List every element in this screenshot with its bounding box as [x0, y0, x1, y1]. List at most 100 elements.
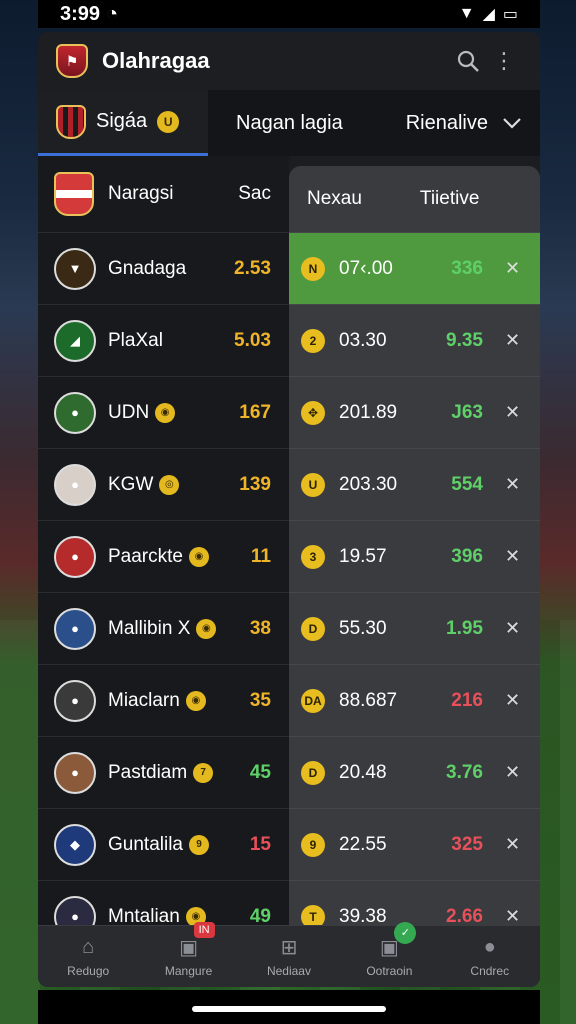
stats-number: 9.35 — [446, 329, 483, 351]
stats-row[interactable]: DA 88.687 216 ✕ — [289, 664, 540, 736]
home-indicator-area — [38, 990, 540, 1024]
player-row[interactable]: ● UDN ◉ 167 — [38, 376, 289, 448]
left-column-header: Naragsi Sac — [38, 156, 289, 232]
close-icon[interactable]: ✕ — [505, 330, 520, 351]
stats-row[interactable]: U 203.30 554 ✕ — [289, 448, 540, 520]
left-header-name: Naragsi — [108, 183, 174, 204]
grid-icon: ⊞ — [280, 937, 298, 959]
stats-coin: D — [301, 616, 325, 641]
search-icon[interactable] — [450, 43, 486, 79]
signal-icon: ◢ — [482, 6, 495, 23]
close-icon[interactable]: ✕ — [505, 906, 520, 927]
club-crest-icon — [54, 172, 94, 216]
stats-row[interactable]: 9 22.55 325 ✕ — [289, 808, 540, 880]
status-icons: ▼ ◢ ▭ — [459, 4, 518, 24]
player-row[interactable]: ● Pastdiam 7 45 — [38, 736, 289, 808]
player-avatar: ● — [54, 391, 96, 434]
right-column-header: Nexau Tiietive — [289, 166, 540, 232]
player-name: Guntalila — [108, 833, 183, 855]
left-header-col: Sac — [238, 183, 271, 204]
stats-value: 203.30 — [339, 473, 398, 495]
nav-item-nediaav[interactable]: ⊞ Nediaav — [244, 936, 334, 978]
nav-item-mangure[interactable]: ▣ IN Mangure — [144, 921, 234, 978]
stats-number: 325 — [451, 833, 483, 855]
player-avatar: ◆ — [54, 823, 96, 866]
player-avatar: ● — [54, 607, 96, 650]
player-name-cell: KGW ◎ — [108, 473, 227, 495]
stats-number: 554 — [451, 473, 483, 495]
stats-value: 201.89 — [339, 401, 398, 423]
stats-panel: Nexau Tiietive N 07‹.00 336 ✕ 2 03.30 9.… — [289, 166, 540, 929]
nav-item-ootraoin[interactable]: ▣ ✓ Ootraoin — [344, 921, 434, 978]
stats-coin: N — [301, 256, 325, 281]
player-avatar: ● — [54, 535, 96, 578]
stats-value: 22.55 — [339, 833, 387, 855]
player-row[interactable]: ● Mallibin X ◉ 38 — [38, 592, 289, 664]
player-avatar: ● — [54, 463, 96, 506]
stats-row[interactable]: N 07‹.00 336 ✕ — [289, 232, 540, 304]
chevron-down-icon — [503, 118, 521, 129]
home-indicator[interactable] — [192, 1006, 386, 1012]
nav-item-cndrec[interactable]: ● Cndrec — [445, 936, 535, 978]
stats-coin: DA — [301, 688, 325, 713]
player-avatar: ● — [54, 751, 96, 794]
close-icon[interactable]: ✕ — [505, 690, 520, 711]
nav-item-redugo[interactable]: ⌂ Redugo — [43, 936, 133, 978]
stats-row[interactable]: D 55.30 1.95 ✕ — [289, 592, 540, 664]
app-header: ⚑ Olahragaa ⋮ — [38, 32, 540, 90]
stats-value: 55.30 — [339, 617, 387, 639]
close-icon[interactable]: ✕ — [505, 474, 520, 495]
stats-row[interactable]: 2 03.30 9.35 ✕ — [289, 304, 540, 376]
player-value: 139 — [239, 473, 271, 495]
tab-bar: Sigáa U Nagan lagia Rienalive — [38, 90, 540, 156]
more-options-icon[interactable]: ⋮ — [486, 43, 522, 79]
player-name-cell: Gnadaga — [108, 257, 227, 279]
player-name: PlaXal — [108, 329, 163, 351]
player-name: Gnadaga — [108, 257, 187, 279]
right-header-col2: Tiietive — [419, 188, 480, 209]
player-name-cell: PlaXal — [108, 329, 227, 351]
close-icon[interactable]: ✕ — [505, 834, 520, 855]
stats-number: 3.76 — [446, 761, 483, 783]
close-icon[interactable]: ✕ — [505, 618, 520, 639]
stats-coin: 2 — [301, 328, 325, 353]
tab-dropdown[interactable]: Rienalive — [406, 112, 540, 135]
app-logo-crest: ⚑ — [56, 44, 88, 78]
player-row[interactable]: ◆ Guntalila 9 15 — [38, 808, 289, 880]
player-row[interactable]: ● Miaclarn ◉ 35 — [38, 664, 289, 736]
close-icon[interactable]: ✕ — [505, 258, 520, 279]
close-icon[interactable]: ✕ — [505, 546, 520, 567]
player-name: KGW — [108, 473, 154, 495]
player-list: Naragsi Sac ▼ Gnadaga 2.53 ◢ PlaXal 5.03… — [38, 156, 540, 938]
stats-row[interactable]: 3 19.57 396 ✕ — [289, 520, 540, 592]
close-icon[interactable]: ✕ — [505, 402, 520, 423]
stats-row[interactable]: D 20.48 3.76 ✕ — [289, 736, 540, 808]
stats-row[interactable]: ✥ 201.89 J63 ✕ — [289, 376, 540, 448]
nav-label: Ootraoin — [366, 963, 413, 978]
stats-value: 19.57 — [339, 545, 387, 567]
player-avatar: ▼ — [54, 247, 96, 290]
player-value: 45 — [249, 761, 271, 783]
player-badge: ◉ — [196, 618, 217, 639]
tab-dropdown-label: Rienalive — [405, 111, 488, 134]
tab-middle[interactable]: Nagan lagia — [208, 112, 406, 135]
player-avatar: ◢ — [54, 319, 96, 362]
close-icon[interactable]: ✕ — [505, 762, 520, 783]
wifi-icon: ▼ — [458, 5, 475, 22]
nav-label: Cndrec — [470, 963, 510, 978]
player-name-cell: UDN ◉ — [108, 402, 227, 423]
stats-value: 07‹.00 — [339, 257, 393, 279]
nav-label: Nediaav — [266, 963, 311, 978]
player-row[interactable]: ● KGW ◎ 139 — [38, 448, 289, 520]
player-column: Naragsi Sac ▼ Gnadaga 2.53 ◢ PlaXal 5.03… — [38, 156, 289, 938]
league-badge: U — [157, 110, 180, 133]
player-name: Miaclarn — [108, 689, 180, 711]
battery-icon: ▭ — [502, 6, 518, 23]
home-icon: ⌂ — [82, 936, 95, 958]
player-avatar: ● — [54, 679, 96, 722]
player-row[interactable]: ● Paarckte ◉ 11 — [38, 520, 289, 592]
player-name-cell: Mallibin X ◉ — [108, 618, 227, 639]
tab-league[interactable]: Sigáa U — [38, 90, 208, 156]
player-row[interactable]: ▼ Gnadaga 2.53 — [38, 232, 289, 304]
player-row[interactable]: ◢ PlaXal 5.03 — [38, 304, 289, 376]
